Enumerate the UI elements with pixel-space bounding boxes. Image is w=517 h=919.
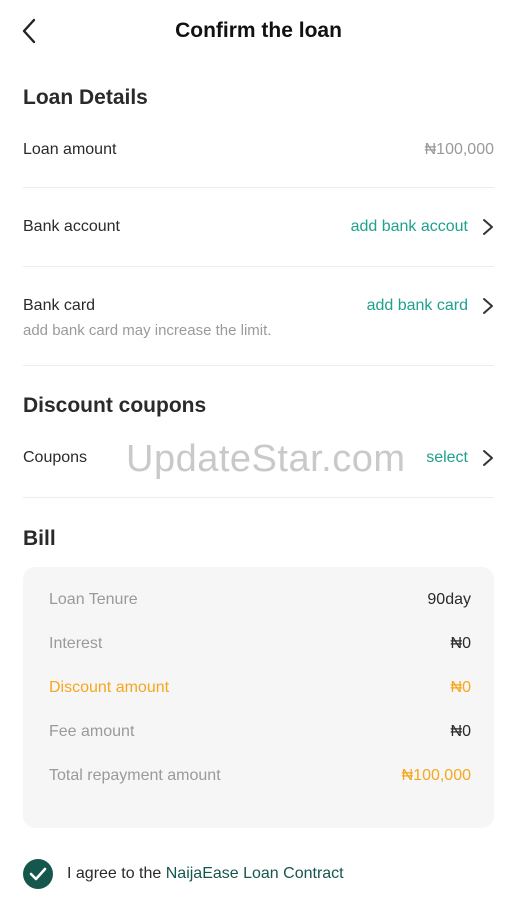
checkmark-icon [29,867,47,881]
divider [23,266,494,267]
agree-checkbox[interactable] [23,859,53,889]
bill-label: Total repayment amount [49,767,221,784]
chevron-left-icon [22,18,36,44]
chevron-right-icon [482,297,494,315]
chevron-right-icon [482,449,494,467]
page-title: Confirm the loan [175,19,342,42]
bank-account-row[interactable]: Bank account add bank accout [23,215,494,239]
divider [23,497,494,498]
loan-contract-link[interactable]: NaijaEase Loan Contract [166,865,344,883]
bank-account-label: Bank account [23,218,120,235]
divider [23,365,494,366]
bill-label: Interest [49,635,103,652]
discount-coupons-title: Discount coupons [23,394,207,417]
bill-row-total: Total repayment amount ₦100,000 [49,767,471,785]
coupons-label: Coupons [23,449,88,466]
bill-label: Fee amount [49,723,135,740]
bill-summary-card: Loan Tenure 90day Interest ₦0 Discount a… [23,567,494,828]
bill-title: Bill [23,527,56,550]
bill-row-loan-tenure: Loan Tenure 90day [49,591,471,609]
bill-value: ₦100,000 [401,767,471,784]
bill-value: 90day [427,591,471,608]
add-bank-account-link[interactable]: add bank accout [351,218,468,236]
loan-details-title: Loan Details [23,86,148,109]
bill-value: ₦0 [450,635,471,652]
bill-value: ₦0 [450,679,471,696]
select-coupon-link[interactable]: select [426,449,468,467]
add-bank-card-link[interactable]: add bank card [367,297,468,315]
bank-card-hint: add bank card may increase the limit. [23,322,272,339]
chevron-right-icon [482,218,494,236]
bill-label: Loan Tenure [49,591,138,608]
bill-row-fee: Fee amount ₦0 [49,723,471,741]
agreement-row: I agree to the NaijaEase Loan Contract [23,859,344,889]
bill-value: ₦0 [450,723,471,740]
bank-card-row[interactable]: Bank card add bank card [23,294,494,318]
back-button[interactable] [14,16,44,46]
divider [23,187,494,188]
loan-amount-label: Loan amount [23,141,117,158]
agreement-text: I agree to the [67,865,166,882]
bank-card-label: Bank card [23,297,96,314]
loan-amount-value: ₦100,000 [424,141,494,158]
watermark-text: UpdateStar.com [126,438,406,480]
bill-label: Discount amount [49,679,170,696]
app-header: Confirm the loan [0,0,517,62]
bill-row-discount: Discount amount ₦0 [49,679,471,697]
loan-amount-row: Loan amount ₦100,000 [23,138,494,162]
bill-row-interest: Interest ₦0 [49,635,471,653]
